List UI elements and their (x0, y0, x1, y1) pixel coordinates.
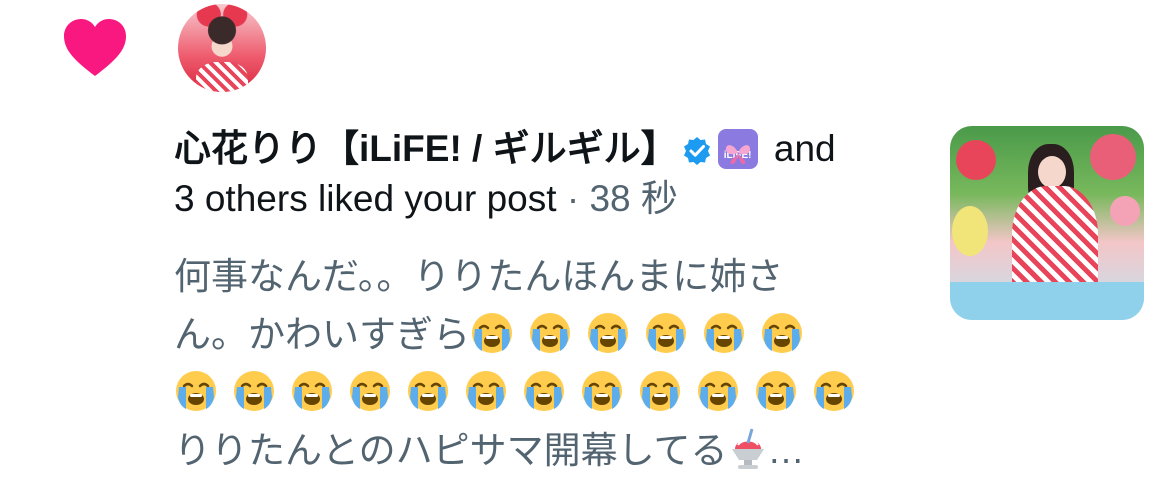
butterfly-icon (725, 145, 750, 165)
crying-face-icon (702, 311, 746, 355)
heart-icon (64, 19, 126, 76)
user-name[interactable]: 心花りり【iLiFE! / ギルギル】 (174, 128, 678, 169)
post-media-thumbnail[interactable] (950, 126, 1144, 320)
verified-badge-icon (683, 137, 710, 165)
crying-face-icon (812, 369, 856, 413)
crying-emoji-row (174, 372, 856, 413)
ellipsis: … (767, 430, 805, 471)
affiliate-badge[interactable]: iLiFE! (717, 129, 758, 169)
shaved-ice-icon (731, 428, 764, 469)
crying-face-icon (586, 311, 630, 355)
post-text-line-4: りりたんとのハピサマ開幕してる (174, 430, 728, 471)
crying-face-icon (638, 369, 682, 413)
post-preview-text[interactable]: 何事なんだ。。りりたんほんまに姉さ ん。かわいすぎら りりたんとのハピサマ開幕し… (174, 248, 894, 480)
post-text-line-1: 何事なんだ。。りりたんほんまに姉さ (174, 256, 784, 297)
crying-face-icon (464, 369, 508, 413)
action-text-and: and (763, 128, 836, 169)
crying-face-icon (760, 311, 804, 355)
crying-face-icon (644, 311, 688, 355)
crying-face-icon (522, 369, 566, 413)
separator-dot: · (556, 178, 590, 219)
crying-emoji-row (470, 314, 804, 355)
crying-face-icon (580, 369, 624, 413)
crying-face-icon (754, 369, 798, 413)
crying-face-icon (174, 369, 218, 413)
crying-face-icon (528, 311, 572, 355)
like-notification[interactable]: 心花りり【iLiFE! / ギルギル】 iLiFE! and 3 others l… (0, 0, 1169, 474)
timestamp: 38 秒 (589, 178, 678, 219)
crying-face-icon (290, 369, 334, 413)
notification-headline: 心花りり【iLiFE! / ギルギル】 iLiFE! and 3 others l… (174, 124, 894, 224)
action-text: 3 others liked your post (174, 178, 557, 219)
crying-face-icon (470, 311, 514, 355)
crying-face-icon (696, 369, 740, 413)
post-text-line-2: ん。かわいすぎら (174, 314, 470, 355)
crying-face-icon (232, 369, 276, 413)
user-avatar[interactable] (178, 4, 266, 92)
crying-face-icon (348, 369, 392, 413)
crying-face-icon (406, 369, 450, 413)
